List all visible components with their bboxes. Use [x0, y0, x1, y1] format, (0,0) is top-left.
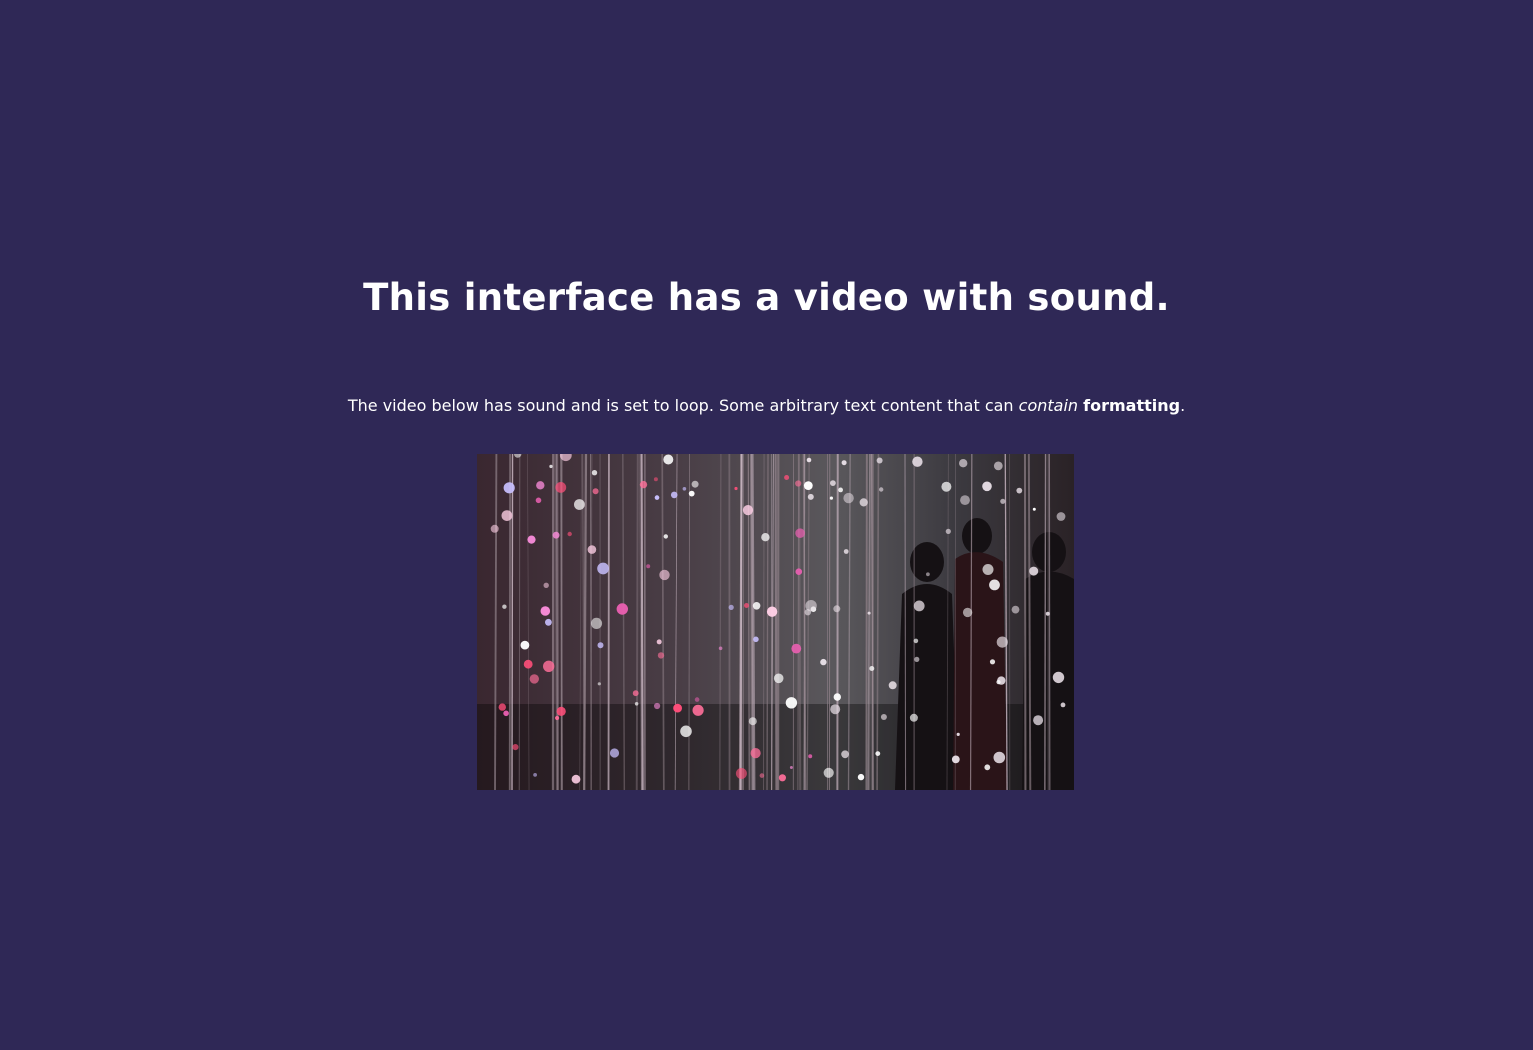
description-period: . — [1180, 396, 1186, 415]
description-italic-text: contain — [1018, 396, 1079, 415]
page-title: This interface has a video with sound. — [363, 276, 1170, 319]
people-silhouettes — [895, 518, 1074, 790]
page: This interface has a video with sound. T… — [0, 0, 1533, 1050]
video-frame — [477, 454, 1074, 790]
page-description: The video below has sound and is set to … — [0, 394, 1533, 418]
description-text: The video below has sound and is set to … — [347, 396, 1019, 415]
video-player[interactable] — [477, 454, 1074, 790]
description-bold-text: formatting — [1083, 396, 1181, 415]
